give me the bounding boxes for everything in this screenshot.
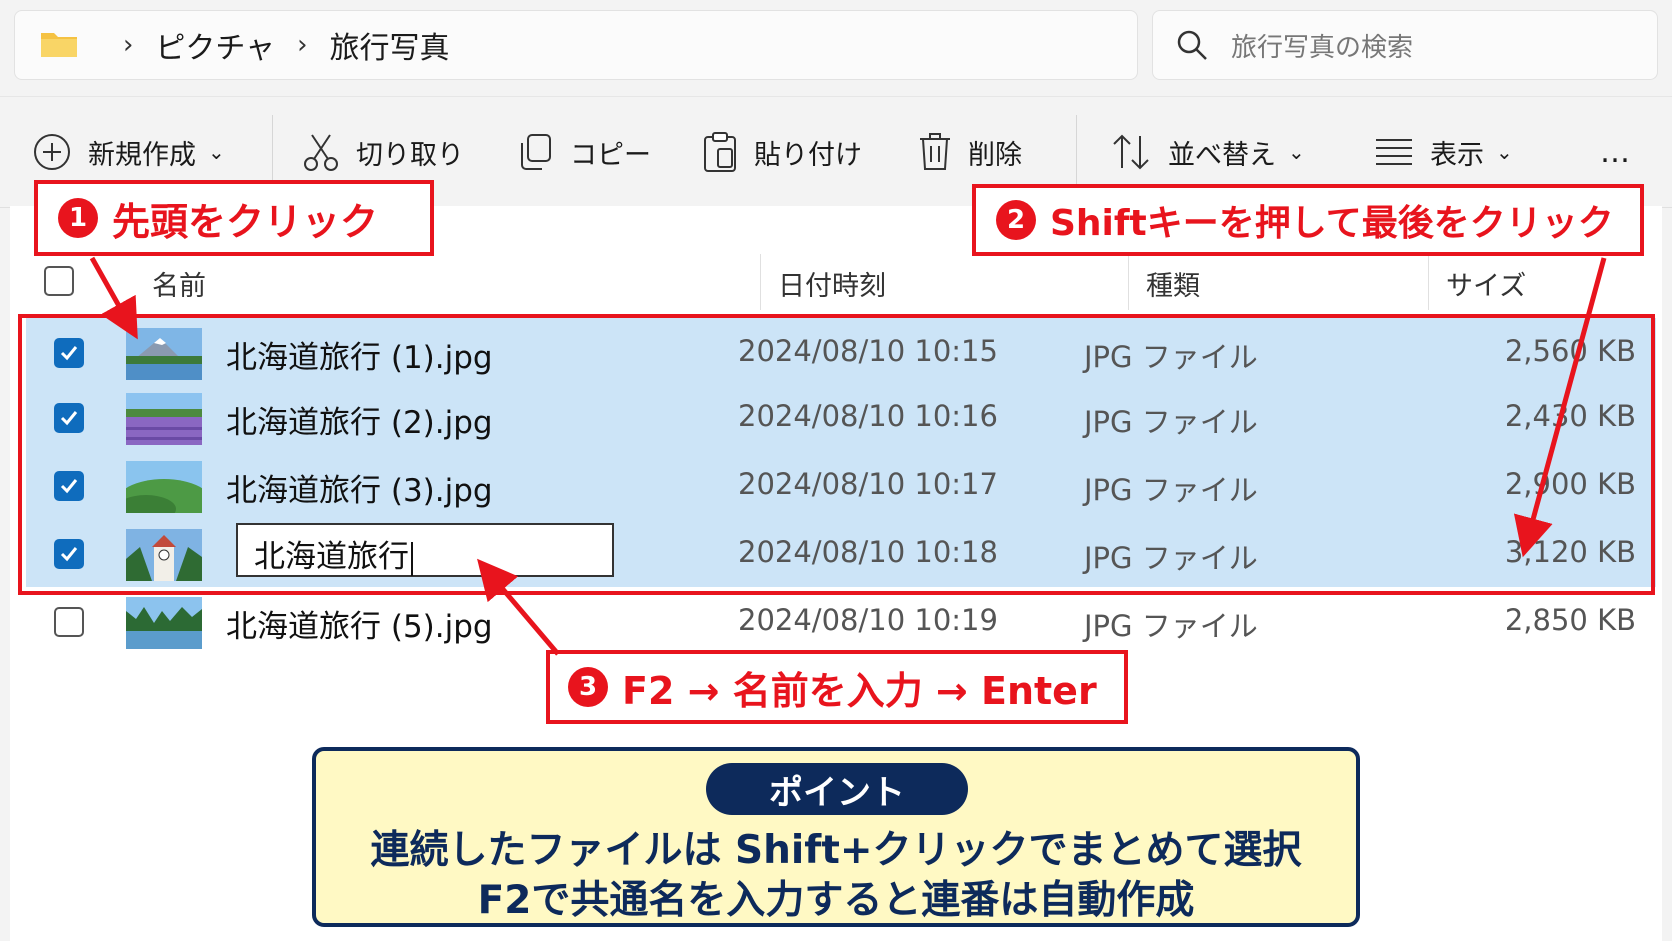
tip-line-1: 連続したファイルは Shift+クリックでまとめて選択 xyxy=(370,828,1302,873)
tip-line-2: F2で共通名を入力すると連番は自動作成 xyxy=(477,878,1195,923)
arrow-step-3 xyxy=(477,558,560,656)
tip-badge: ポイント xyxy=(706,763,968,815)
tip-box: ポイント 連続したファイルは Shift+クリックでまとめて選択 F2で共通名を… xyxy=(312,747,1360,927)
arrow-step-2 xyxy=(1513,257,1607,558)
arrow-step-1 xyxy=(89,256,138,340)
